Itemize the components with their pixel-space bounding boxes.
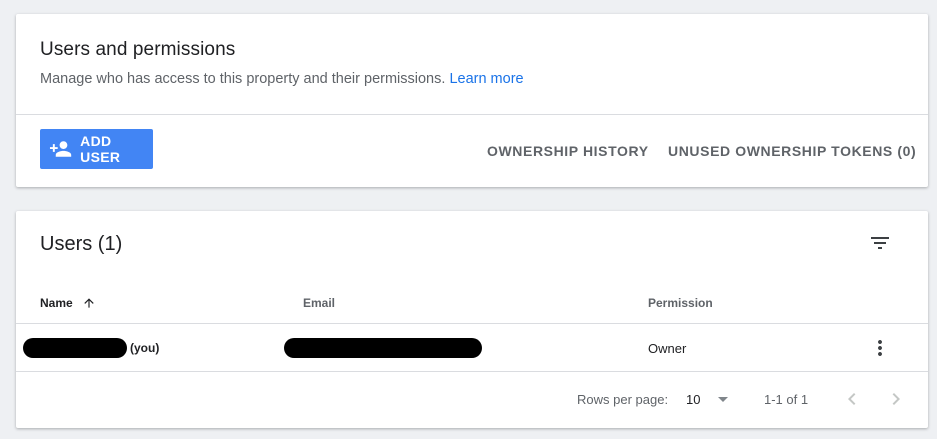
table-row[interactable]: (you) Owner [16,324,928,371]
you-label: (you) [130,341,160,355]
column-header-permission[interactable]: Permission [648,296,713,310]
more-vert-icon[interactable] [868,336,892,360]
permission-cell: Owner [648,341,687,356]
rows-per-page-value: 10 [686,391,701,407]
chevron-right-icon[interactable] [884,387,908,411]
rows-per-page-select[interactable]: 10 [686,387,735,411]
permissions-card: Users and permissions Manage who has acc… [16,14,928,187]
arrow-up-icon [84,298,94,308]
redacted-name [23,338,127,358]
users-title: Users (1) [40,233,123,255]
divider [16,371,928,372]
column-header-name-label: Name [40,296,73,310]
column-header-email[interactable]: Email [303,296,335,310]
add-user-label: ADD USER [80,133,121,165]
chevron-left-icon[interactable] [840,387,864,411]
divider [16,114,928,115]
page-title: Users and permissions [40,39,236,60]
subtitle-text: Manage who has access to this property a… [40,71,446,87]
pagination-range: 1-1 of 1 [764,392,809,407]
column-header-name[interactable]: Name [40,296,96,310]
ownership-history-button[interactable]: OWNERSHIP HISTORY [487,143,649,159]
add-user-button[interactable]: ADD USER [40,129,153,169]
filter-icon[interactable] [868,231,892,255]
rows-per-page-label: Rows per page: [577,392,669,407]
unused-ownership-tokens-button[interactable]: UNUSED OWNERSHIP TOKENS (0) [668,143,916,159]
page-subtitle: Manage who has access to this property a… [40,71,524,87]
arrow-drop-down-icon [718,397,729,402]
users-card: Users (1) Name Email Permission (you) Ow… [16,211,928,428]
learn-more-link[interactable]: Learn more [449,71,523,87]
person-add-icon [49,141,72,157]
redacted-email [284,338,482,358]
